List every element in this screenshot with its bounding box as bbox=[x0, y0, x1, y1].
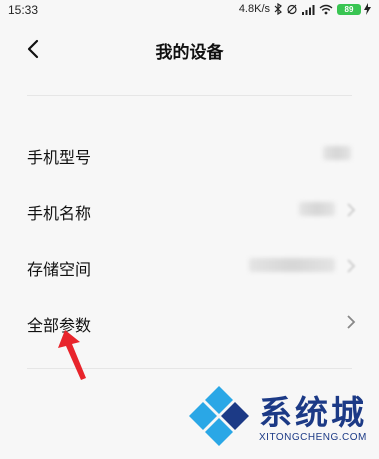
chevron-right-icon bbox=[347, 315, 356, 329]
annotation-arrow-icon bbox=[58, 330, 86, 380]
alarm-icon bbox=[287, 4, 297, 15]
row-label: 手机名称 bbox=[27, 204, 92, 223]
status-bar: 15:33 4.8K/s 89 bbox=[0, 0, 379, 22]
page-title: 我的设备 bbox=[155, 43, 224, 63]
header: 我的设备 bbox=[0, 28, 379, 72]
status-icons: 4.8K/s 89 bbox=[239, 3, 371, 15]
watermark-url: XITONGCHENG.COM bbox=[259, 432, 367, 443]
watermark-brand: 系统城 bbox=[259, 393, 367, 432]
blurred-value bbox=[249, 258, 335, 272]
blurred-value bbox=[299, 202, 335, 216]
row-phone-name[interactable]: 手机名称 bbox=[0, 186, 379, 236]
chevron-right-icon bbox=[347, 259, 356, 273]
status-time: 15:33 bbox=[8, 3, 39, 17]
blurred-value bbox=[323, 146, 351, 160]
signal-icon bbox=[302, 4, 315, 15]
charging-icon bbox=[364, 3, 371, 15]
divider bbox=[27, 95, 352, 96]
watermark: 系统城 XITONGCHENG.COM bbox=[187, 380, 377, 456]
row-storage[interactable]: 存储空间 bbox=[0, 242, 379, 292]
row-label: 手机型号 bbox=[27, 148, 92, 167]
row-label: 存储空间 bbox=[27, 260, 92, 279]
network-speed: 4.8K/s bbox=[238, 3, 270, 15]
xitongcheng-logo-icon bbox=[189, 386, 249, 446]
battery-tip bbox=[358, 6, 360, 12]
chevron-right-icon bbox=[347, 203, 356, 217]
wifi-icon bbox=[319, 4, 333, 14]
row-phone-model[interactable]: 手机型号 bbox=[0, 130, 379, 180]
battery-indicator: 89 bbox=[337, 3, 361, 15]
bluetooth-icon bbox=[274, 3, 282, 15]
